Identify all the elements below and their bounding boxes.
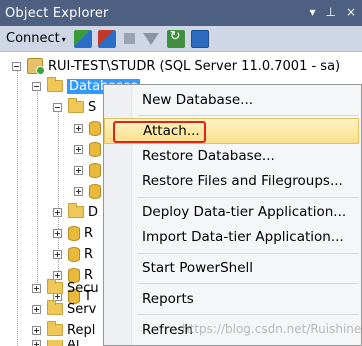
menu-item-deploy-dac[interactable]: Deploy Data-tier Application...	[134, 200, 358, 224]
filter-icon[interactable]	[142, 32, 159, 45]
menu-separator	[138, 115, 358, 116]
panel-title: Object Explorer	[5, 5, 109, 21]
folder-icon	[47, 77, 63, 92]
database-icon	[68, 246, 80, 262]
expand-icon[interactable]	[53, 207, 62, 217]
pushpin-icon[interactable]: ⊥	[325, 5, 335, 19]
tree-child-folder[interactable]: D	[53, 203, 98, 221]
expand-icon[interactable]	[53, 228, 62, 238]
object-explorer-toolbar: Connect ▾	[0, 26, 362, 52]
menu-item-label: Reports	[142, 291, 194, 307]
chevron-down-icon: ▾	[61, 34, 66, 44]
menu-item-attach[interactable]: Attach...	[104, 118, 359, 144]
collapse-icon[interactable]	[12, 61, 21, 71]
tree-child-db[interactable]	[74, 182, 105, 200]
menu-item-label: Start PowerShell	[142, 260, 254, 276]
tree-node-security[interactable]: Secu	[32, 279, 99, 297]
refresh-icon[interactable]	[166, 29, 185, 48]
watermark-text: https://blog.csdn.net/Ruishine	[182, 322, 362, 336]
menu-item-reports[interactable]: Reports	[134, 287, 358, 311]
folder-icon	[47, 300, 63, 315]
menu-item-label: Restore Files and Filegroups...	[142, 173, 343, 189]
connect-button[interactable]: Connect ▾	[6, 31, 66, 46]
menu-item-start-powershell[interactable]: Start PowerShell	[134, 256, 358, 280]
object-explorer-titlebar: Object Explorer ▾ ⊥ ×	[0, 0, 362, 26]
menu-item-label: Import Data-tier Application...	[142, 229, 344, 245]
connect-object-explorer-icon[interactable]	[73, 29, 92, 48]
menu-item-restore-database[interactable]: Restore Database...	[134, 144, 358, 168]
menu-separator	[138, 253, 358, 254]
tree-child-label: R	[84, 225, 94, 241]
database-icon	[89, 120, 101, 136]
tree-guide-line	[37, 85, 38, 285]
collapse-icon[interactable]	[53, 102, 62, 112]
folder-icon	[47, 279, 63, 294]
tree-child-db[interactable]	[74, 119, 105, 137]
expand-icon[interactable]	[53, 249, 62, 259]
panel-controls: ▾ ⊥ ×	[309, 5, 356, 19]
database-icon	[68, 225, 80, 241]
stop-icon[interactable]	[123, 33, 135, 44]
server-label: RUI-TEST\STUDR (SQL Server 11.0.7001 - s…	[48, 58, 341, 74]
database-icon	[89, 162, 101, 178]
tree-child-label: D	[88, 204, 99, 220]
tree-child-db[interactable]: R	[53, 224, 93, 242]
window-position-icon[interactable]: ▾	[309, 5, 315, 19]
menu-item-label: New Database...	[142, 92, 254, 108]
folder-icon	[68, 203, 84, 218]
tree-child-system-databases[interactable]: S	[53, 98, 96, 116]
tree-node-label: Serv	[67, 301, 97, 317]
tree-node-label: Al	[67, 340, 80, 346]
activity-monitor-icon[interactable]	[190, 29, 209, 48]
expand-icon[interactable]	[74, 186, 83, 196]
tree-node-label: Repl	[67, 322, 96, 338]
tree-child-db[interactable]: R	[53, 245, 93, 263]
connect-label: Connect	[6, 31, 60, 46]
expand-icon[interactable]	[32, 304, 41, 314]
disconnect-icon[interactable]	[97, 29, 116, 48]
tree-child-label: S	[88, 99, 97, 115]
menu-item-restore-files[interactable]: Restore Files and Filegroups...	[134, 169, 358, 193]
tree-node-server-objects[interactable]: Serv	[32, 300, 96, 318]
tree-child-label: R	[84, 246, 94, 262]
menu-separator	[138, 283, 358, 284]
menu-item-new-database[interactable]: New Database...	[134, 88, 358, 112]
collapse-icon[interactable]	[32, 81, 41, 91]
menu-separator	[138, 197, 358, 198]
tree-child-db[interactable]	[74, 140, 105, 158]
expand-icon[interactable]	[74, 165, 83, 175]
folder-icon	[47, 340, 63, 346]
expand-icon[interactable]	[74, 144, 83, 154]
folder-icon	[68, 98, 84, 113]
folder-icon	[47, 321, 63, 336]
tree-node-label: Secu	[67, 280, 99, 296]
databases-context-menu: New Database... Attach... Restore Databa…	[103, 84, 362, 346]
expand-icon[interactable]	[32, 325, 41, 335]
expand-icon[interactable]	[74, 123, 83, 133]
tree-node-always-on[interactable]: Al	[32, 340, 80, 346]
tree-node-replication[interactable]: Repl	[32, 321, 95, 339]
menu-separator	[138, 314, 358, 315]
server-node[interactable]: RUI-TEST\STUDR (SQL Server 11.0.7001 - s…	[12, 57, 340, 75]
tree-guide-line	[17, 67, 18, 346]
database-icon	[89, 141, 101, 157]
menu-item-import-dac[interactable]: Import Data-tier Application...	[134, 225, 358, 249]
close-icon[interactable]: ×	[346, 5, 356, 19]
database-icon	[89, 183, 101, 199]
expand-icon[interactable]	[32, 283, 41, 293]
tree-child-db[interactable]	[74, 161, 105, 179]
expand-icon[interactable]	[32, 340, 41, 346]
menu-item-label: Restore Database...	[142, 148, 275, 164]
menu-item-label: Deploy Data-tier Application...	[142, 204, 347, 220]
server-icon	[27, 58, 45, 75]
menu-item-label: Attach...	[143, 123, 200, 139]
